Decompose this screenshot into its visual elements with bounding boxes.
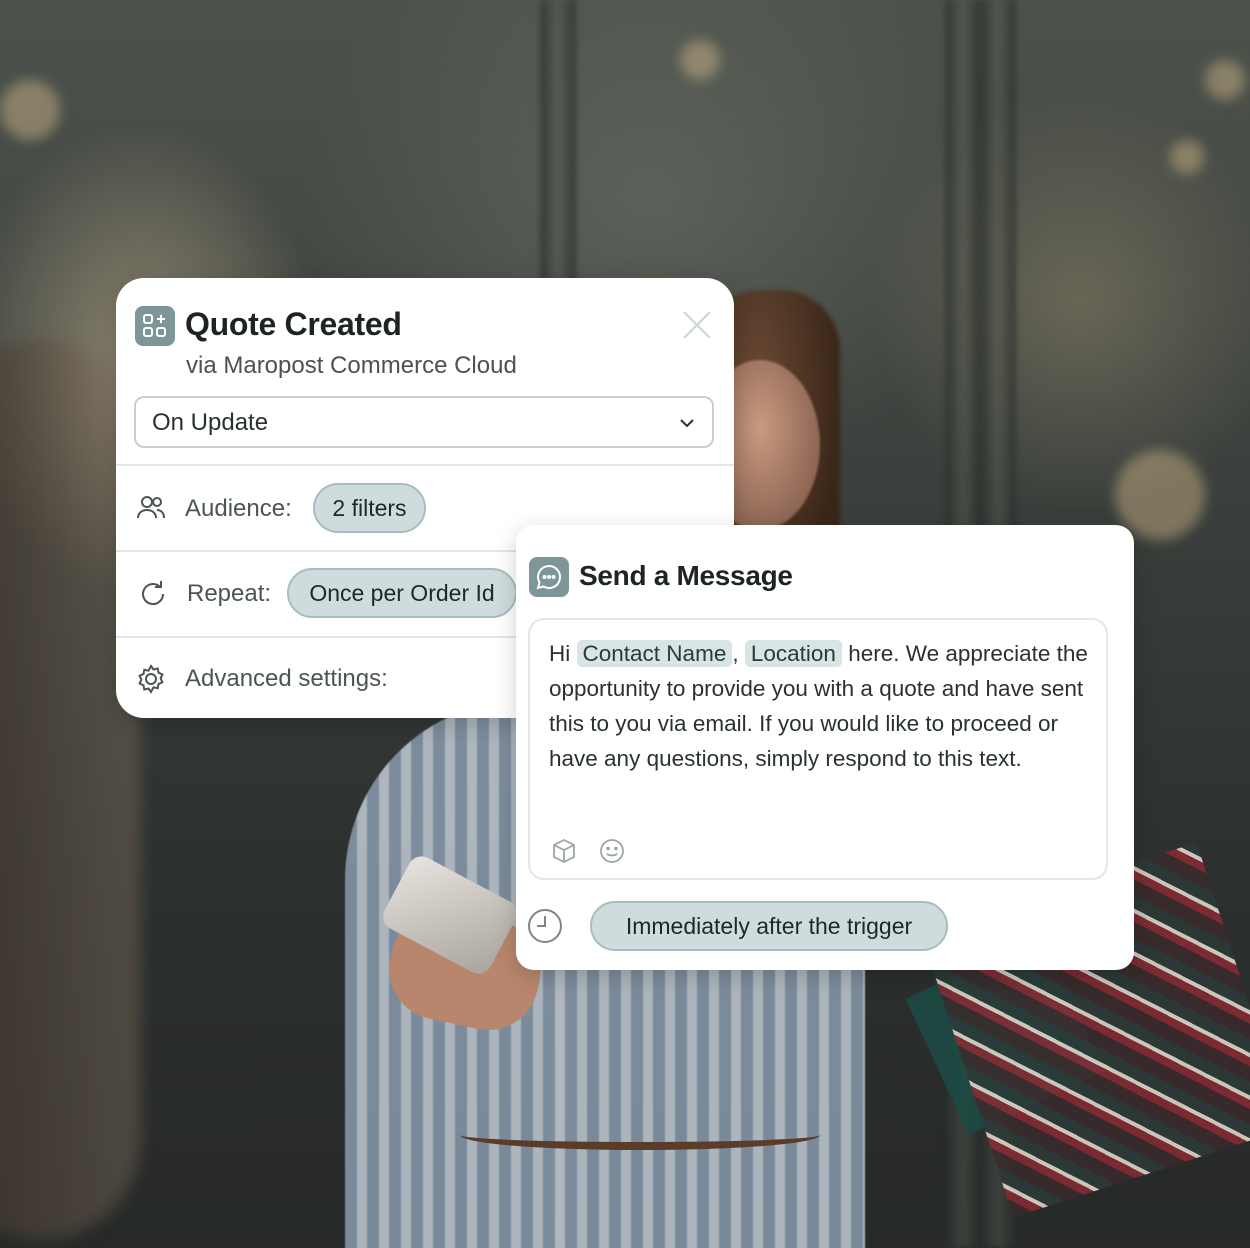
cube-icon[interactable] <box>550 837 578 865</box>
audience-filters-chip[interactable]: 2 filters <box>313 483 426 533</box>
bokeh-light <box>1115 450 1205 540</box>
chat-bubble-icon <box>529 557 569 597</box>
apps-icon <box>135 306 175 346</box>
editor-toolbar <box>550 837 626 865</box>
smiley-icon[interactable] <box>598 837 626 865</box>
users-icon <box>135 492 167 524</box>
timing-chip[interactable]: Immediately after the trigger <box>590 901 948 951</box>
trigger-event-select[interactable]: On Update <box>134 396 714 448</box>
location-token[interactable]: Location <box>744 640 842 667</box>
woman-belt <box>460 1120 820 1150</box>
gear-icon <box>135 663 167 695</box>
message-card-title: Send a Message <box>579 560 793 591</box>
audience-label: Audience: <box>185 495 292 522</box>
send-message-card: Send a Message Hi Contact Name, Location… <box>516 525 1134 970</box>
message-editor[interactable]: Hi Contact Name, Location here. We appre… <box>528 618 1108 880</box>
repeat-frequency-chip[interactable]: Once per Order Id <box>287 568 517 618</box>
advanced-settings-label[interactable]: Advanced settings: <box>185 665 388 693</box>
contact-name-token[interactable]: Contact Name <box>576 640 733 667</box>
trigger-subtitle: via Maropost Commerce Cloud <box>186 352 517 379</box>
token-separator: , <box>732 641 739 666</box>
clock-icon <box>526 907 564 945</box>
chevron-down-icon <box>678 414 696 432</box>
bokeh-light <box>1205 60 1245 100</box>
trigger-title: Quote Created <box>185 306 402 342</box>
close-icon[interactable] <box>682 310 712 340</box>
refresh-icon <box>137 578 169 610</box>
bokeh-light <box>0 80 60 140</box>
bokeh-light <box>680 40 720 80</box>
trigger-event-select-value: On Update <box>152 409 269 436</box>
repeat-label: Repeat: <box>187 580 272 607</box>
bokeh-light <box>1170 140 1204 174</box>
message-body: Hi Contact Name, Location here. We appre… <box>549 636 1089 776</box>
divider <box>116 464 734 466</box>
message-greeting: Hi <box>549 641 571 666</box>
